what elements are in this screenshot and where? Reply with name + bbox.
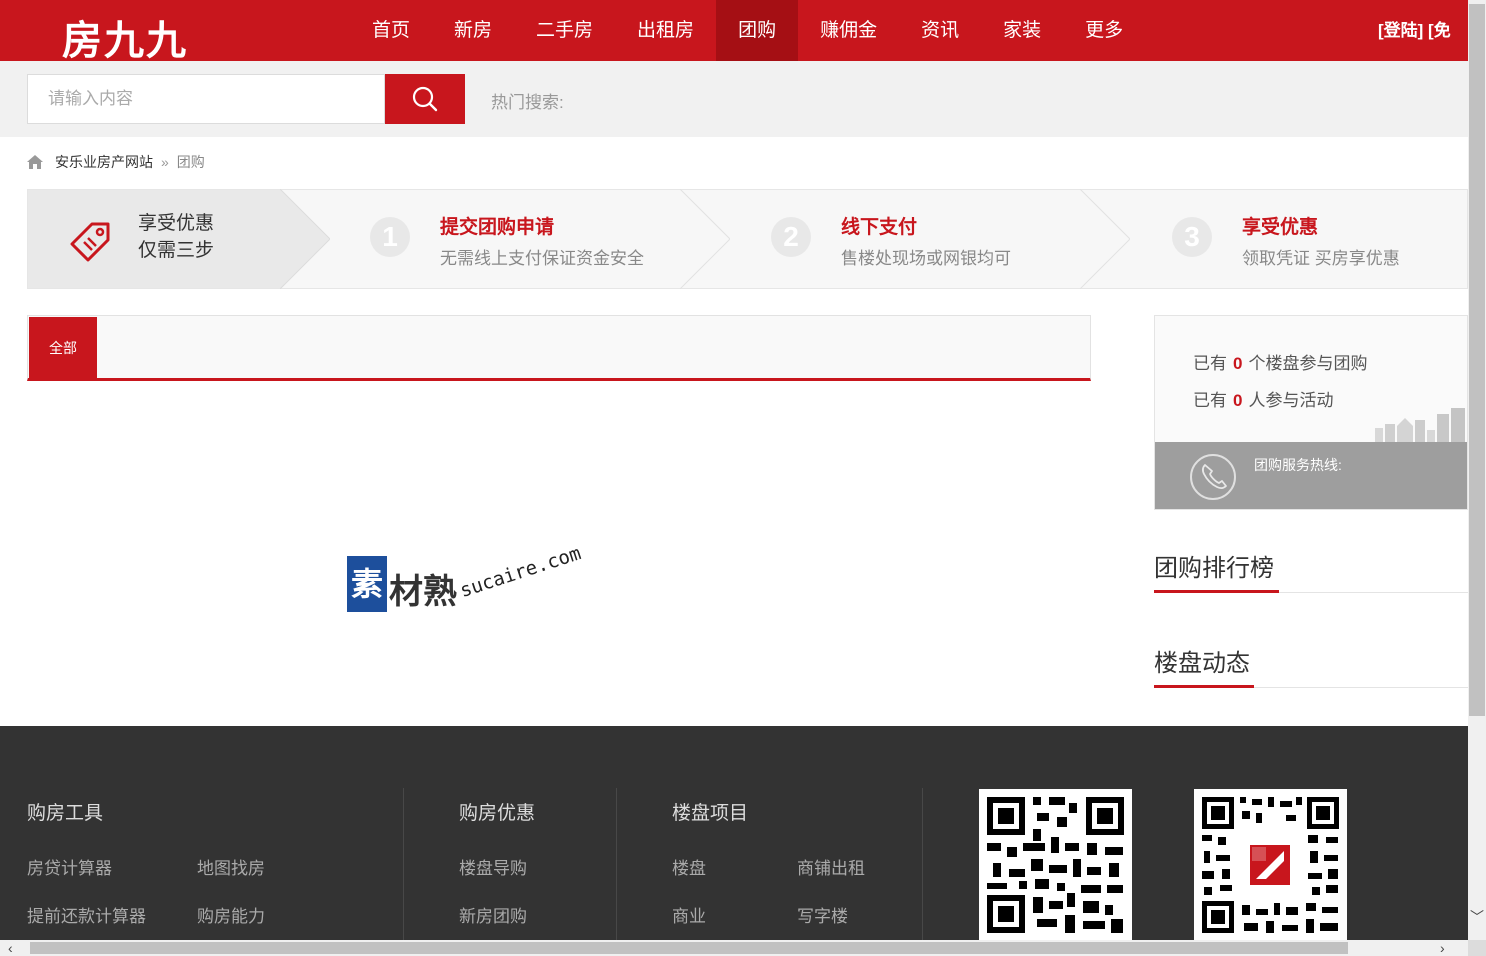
city-skyline-icon [1375,408,1465,442]
stat-projects: 已有 0 个楼盘参与团购 [1193,349,1367,374]
footer-link-group-buy[interactable]: 新房团购 [459,902,527,927]
watermark-en-text: sucaire.com [457,542,584,602]
stat-value: 0 [1233,391,1243,410]
footer-link-guide[interactable]: 楼盘导购 [459,854,527,879]
stat-prefix: 已有 [1193,354,1227,373]
scroll-right-arrow-icon[interactable]: › [1440,941,1445,955]
footer-offers-title: 购房优惠 [459,803,536,824]
vertical-scrollbar-thumb[interactable] [1469,4,1485,716]
hotline-label: 团购服务热线: [1254,457,1342,473]
footer-link-projects[interactable]: 楼盘 [672,854,706,879]
nav-item-second-hand[interactable]: 二手房 [514,0,615,61]
steps-intro-arrow [280,189,330,289]
footer-divider [616,788,617,956]
phone-icon [1190,454,1236,500]
nav-item-home[interactable]: 首页 [350,0,432,61]
scroll-left-arrow-icon[interactable]: ‹ [8,941,13,955]
main-nav: 首页 新房 二手房 出租房 团购 赚佣金 资讯 家装 更多 [350,0,1145,61]
group-buy-tab-bar: 全部 [27,315,1091,381]
search-input[interactable] [27,74,385,124]
search-icon [412,86,438,112]
scrollbar-corner [1468,940,1486,956]
nav-item-commission[interactable]: 赚佣金 [798,0,899,61]
footer-link-loan-calculator[interactable]: 房贷计算器 [27,854,112,879]
group-buy-stats-box: 已有 0 个楼盘参与团购 已有 0 人参与活动 团购服务热线: [1154,315,1468,510]
step-title: 享受优惠 [1242,217,1319,238]
stat-value: 0 [1233,354,1243,373]
stat-prefix: 已有 [1193,391,1227,410]
step-number: 3 [1172,217,1212,257]
footer-divider [922,788,923,956]
breadcrumb-current: 团购 [176,154,205,170]
site-logo[interactable]: 房九九 [62,8,188,66]
steps-intro-text: 享受优惠 仅需三步 [138,210,214,264]
horizontal-scrollbar-thumb[interactable] [30,942,1348,954]
hot-search-label: 热门搜索: [491,93,564,112]
group-buy-steps: 享受优惠 仅需三步 1 提交团购申请 无需线上支付保证资金安全 2 线下支付 售… [27,189,1468,289]
nav-item-news[interactable]: 资讯 [899,0,981,61]
qr-code-1 [979,789,1132,941]
steps-intro: 享受优惠 仅需三步 [28,190,280,288]
steps-intro-line2: 仅需三步 [138,240,215,261]
footer-link-buying-power[interactable]: 购房能力 [197,902,265,927]
step-desc: 售楼处现场或网银均可 [841,249,1011,268]
nav-item-decoration[interactable]: 家装 [981,0,1063,61]
footer-link-map-search[interactable]: 地图找房 [197,854,265,879]
footer-projects-title: 楼盘项目 [672,803,749,824]
watermark-box: 素 [347,556,387,612]
home-icon [27,155,43,169]
nav-item-new-house[interactable]: 新房 [432,0,514,61]
login-links[interactable]: [登陆] [免 [1378,0,1468,61]
project-news-title-underline [1154,685,1254,688]
step-title: 线下支付 [841,217,918,238]
footer-link-shop-rental[interactable]: 商铺出租 [797,854,865,879]
watermark-cn-text: 材熟 [389,573,457,611]
breadcrumb-separator: » [161,154,169,170]
step-desc: 领取凭证 买房享优惠 [1242,249,1400,268]
search-band: 热门搜索: [0,61,1468,137]
scroll-down-arrow-icon[interactable]: ﹀ [1470,910,1484,924]
stat-suffix: 个楼盘参与团购 [1248,354,1368,373]
nav-item-group-buy[interactable]: 团购 [716,0,799,61]
ranking-title-underline [1154,590,1279,593]
step-title: 提交团购申请 [440,217,555,238]
breadcrumb-site-link[interactable]: 安乐业房产网站 [55,152,153,172]
qr-code-2 [1194,789,1347,941]
step-divider-chevron [1080,189,1130,289]
footer-divider [403,788,404,956]
footer-tools-title: 购房工具 [27,803,104,824]
hotline-bar: 团购服务热线: [1155,442,1467,509]
tab-all[interactable]: 全部 [29,317,97,379]
footer: 购房工具 房贷计算器 地图找房 提前还款计算器 购房能力 购房优惠 楼盘导购 新… [0,726,1468,956]
step-number: 1 [370,217,410,257]
footer-link-prepayment-calculator[interactable]: 提前还款计算器 [27,902,146,927]
stat-suffix: 人参与活动 [1248,391,1334,410]
stat-participants: 已有 0 人参与活动 [1193,386,1333,411]
search-button[interactable] [385,74,465,124]
step-number: 2 [771,217,811,257]
breadcrumb: 安乐业房产网站 » 团购 [27,152,205,172]
top-nav-bar: 房九九 首页 新房 二手房 出租房 团购 赚佣金 资讯 家装 更多 [登陆] [… [0,0,1468,63]
price-tag-icon [70,222,110,262]
step-divider-chevron [680,189,730,289]
ranking-title: 团购排行榜 [1154,555,1274,582]
step-desc: 无需线上支付保证资金安全 [440,249,644,268]
project-news-title: 楼盘动态 [1154,650,1250,677]
footer-link-commercial[interactable]: 商业 [672,902,706,927]
footer-link-office[interactable]: 写字楼 [797,902,848,927]
nav-item-rental[interactable]: 出租房 [615,0,716,61]
nav-item-more[interactable]: 更多 [1063,0,1145,61]
steps-intro-line1: 享受优惠 [138,213,215,234]
